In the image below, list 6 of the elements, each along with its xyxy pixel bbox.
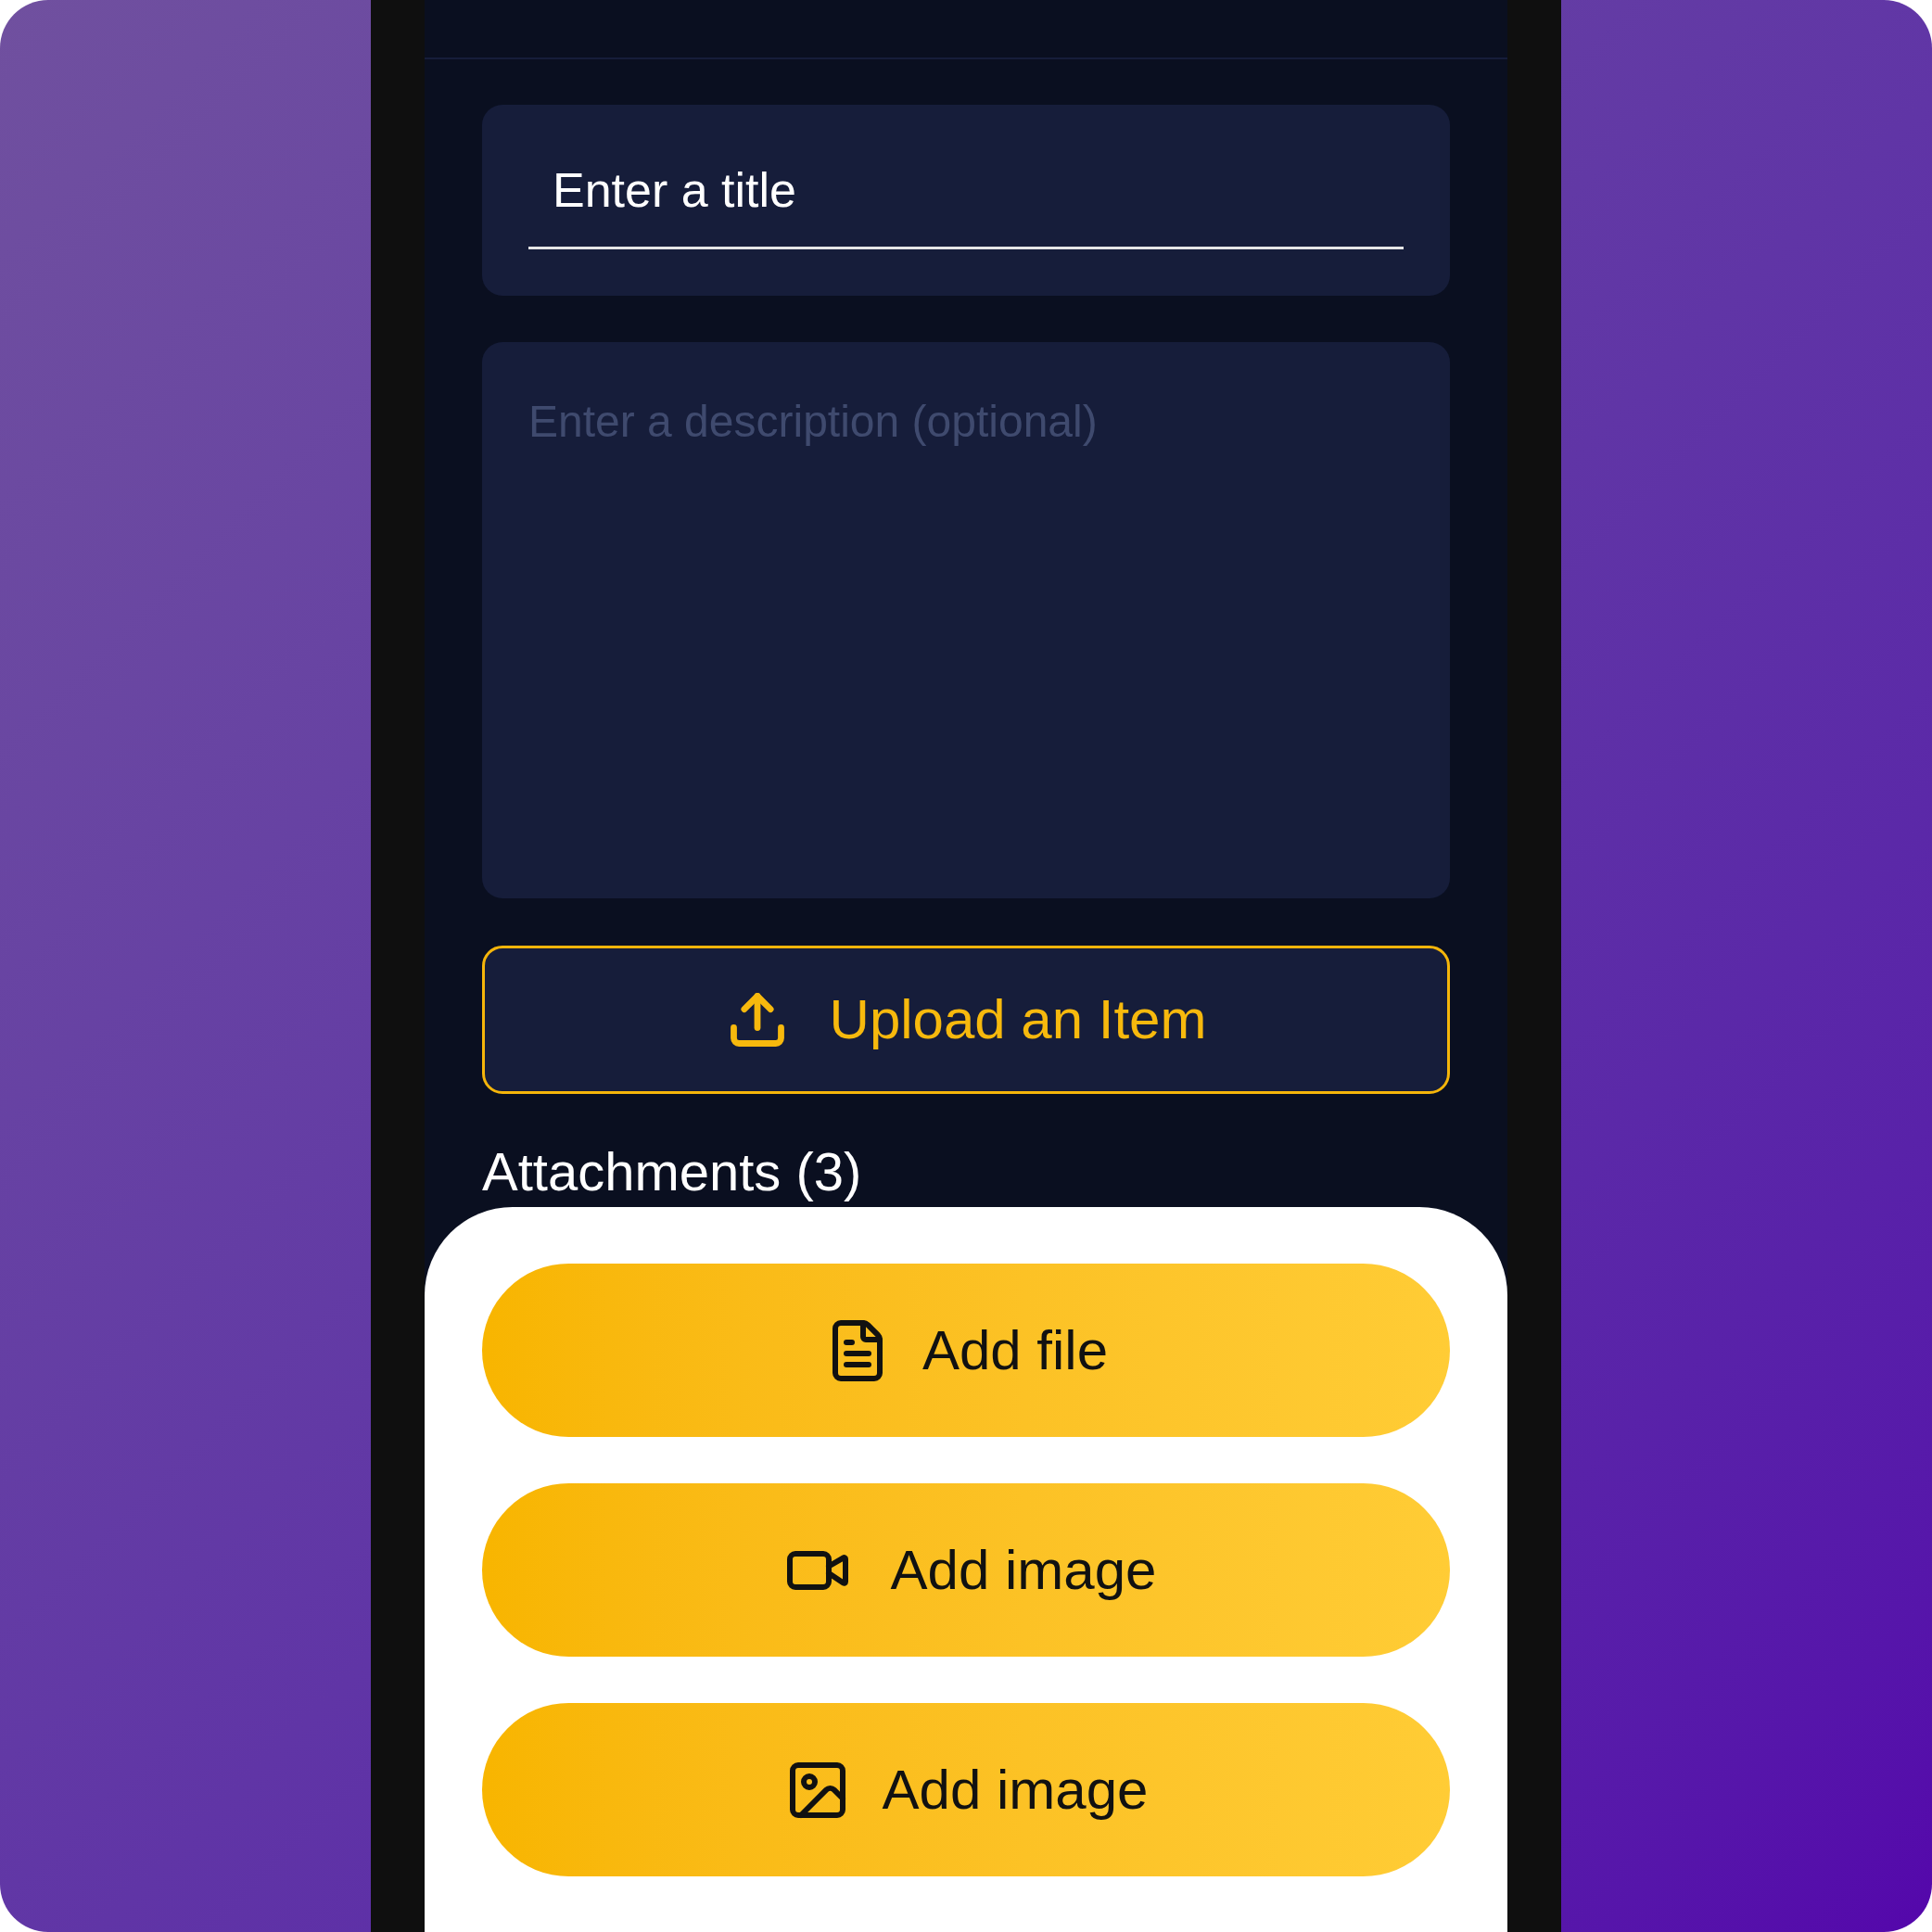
add-button[interactable]: Add image [482, 1483, 1450, 1657]
upload-button[interactable]: Upload an Item [482, 946, 1450, 1094]
attachments-heading: Attachments (3) [482, 1142, 863, 1201]
add-button[interactable]: Add image [482, 1703, 1450, 1876]
add-button[interactable]: Add file [482, 1264, 1450, 1437]
title-field[interactable]: Enter a title [482, 105, 1450, 296]
